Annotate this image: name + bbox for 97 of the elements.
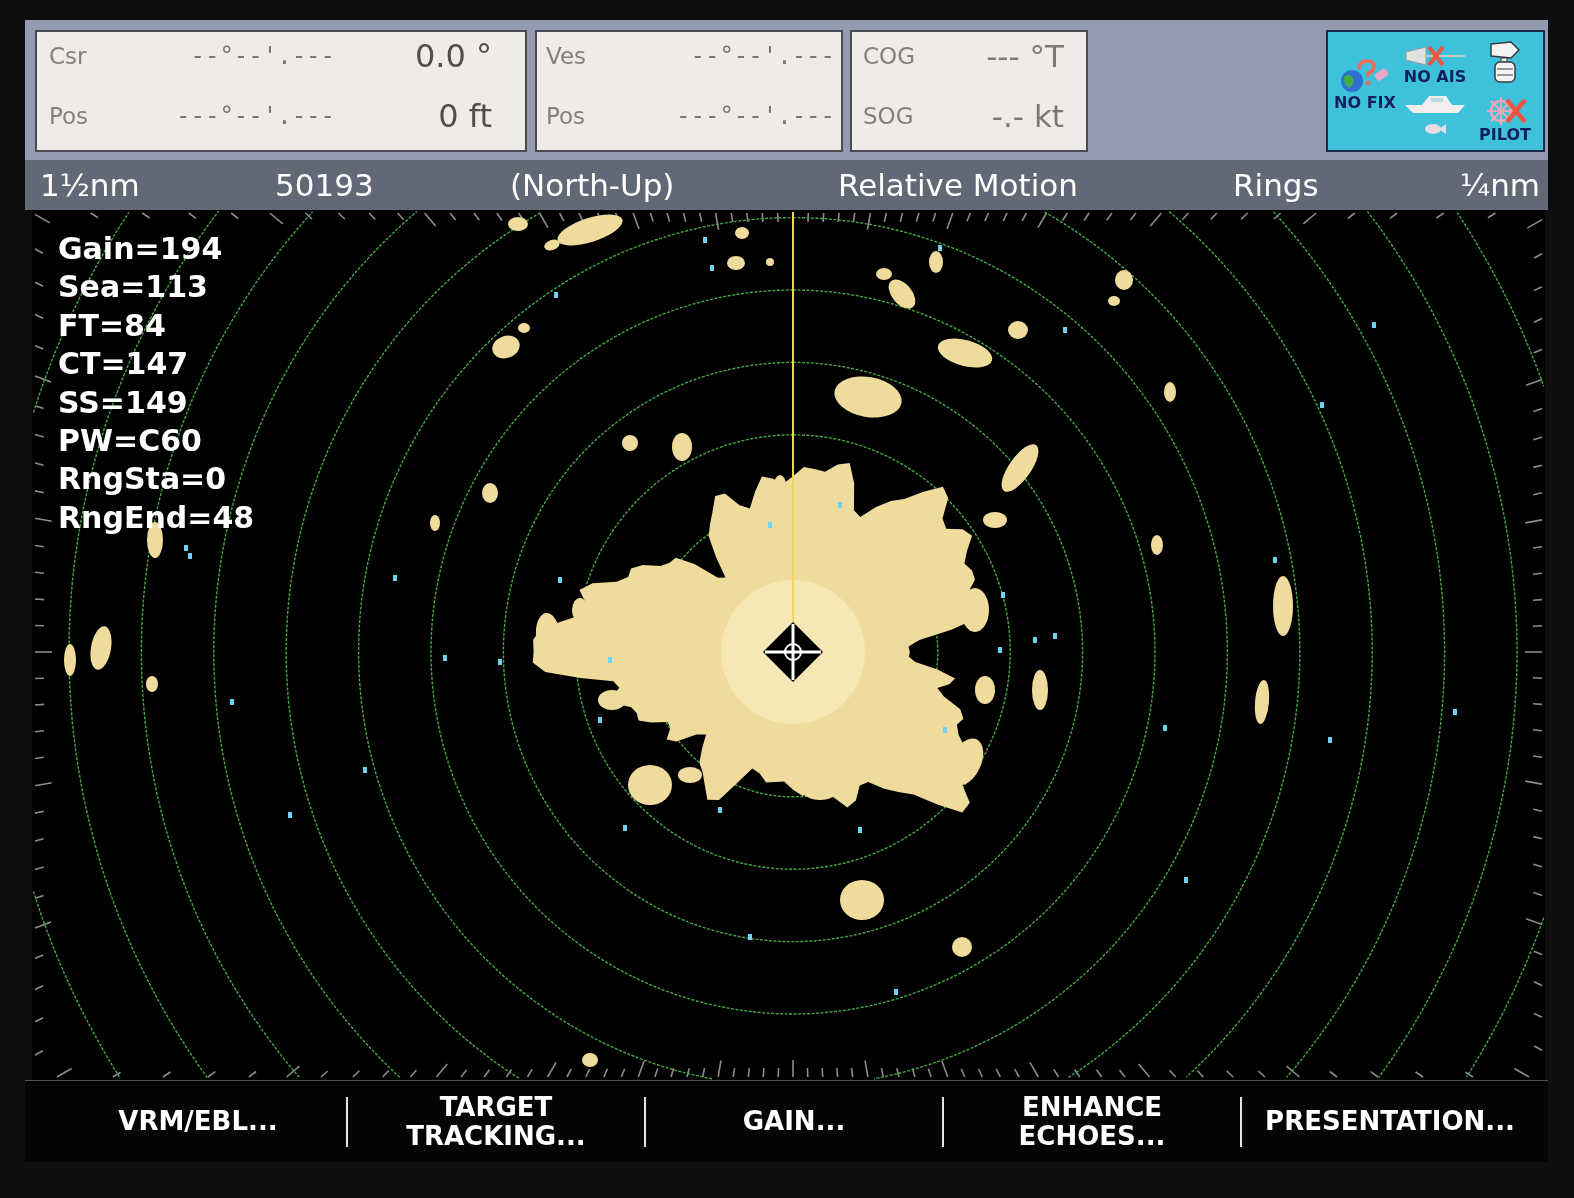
echo-speck [710, 265, 714, 271]
echo-speck [718, 807, 722, 813]
status-text: 50193 [275, 169, 374, 201]
antenna-crossed-icon [1404, 44, 1466, 68]
value-readout: 0 ft [438, 100, 492, 132]
radar-echo [1108, 296, 1120, 306]
radar-echo [937, 338, 993, 368]
status-label: NO AIS [1403, 68, 1467, 86]
echo-speck [558, 577, 562, 583]
echo-speck [1184, 877, 1188, 883]
echo-speck [998, 647, 1002, 653]
radar-echo [518, 323, 530, 333]
echo-speck [1001, 592, 1005, 598]
echo-speck [838, 502, 842, 508]
setting-readout: FT=84 [58, 306, 167, 345]
status-text: Rings [1233, 169, 1319, 201]
echo-speck [363, 767, 367, 773]
echo-speck [748, 934, 752, 940]
field-label: COG [863, 42, 915, 69]
field-label: Pos [546, 102, 586, 129]
field-label: Ves [546, 42, 587, 69]
echo-speck [1453, 709, 1457, 715]
echo-speck [230, 699, 234, 705]
radar-echo [622, 435, 638, 451]
value-readout: --- °T [986, 40, 1064, 72]
echo-speck [554, 292, 558, 298]
echo-speck [858, 827, 862, 833]
echo-speck [894, 989, 898, 995]
value-readout: -.- kt [991, 100, 1064, 132]
radar-echo [1273, 576, 1293, 636]
radar-echo [735, 227, 749, 239]
radar-echo [1115, 270, 1133, 290]
echo-speck [598, 717, 602, 723]
radar-echo [672, 433, 692, 461]
echo-speck [1273, 557, 1277, 563]
radar-echo [492, 335, 520, 359]
radar-echo [64, 644, 76, 676]
echo-speck [938, 245, 942, 251]
echo-speck [703, 237, 707, 243]
position-readout: --°--'.--- [190, 41, 335, 72]
radar-echo [1254, 680, 1270, 724]
setting-readout: PW=C60 [58, 422, 203, 461]
echo-speck [1328, 737, 1332, 743]
field-label: SOG [863, 102, 914, 129]
echo-speck [608, 657, 612, 663]
status-text: Relative Motion [838, 169, 1078, 201]
setting-readout: CT=147 [58, 345, 190, 384]
radar-echo [834, 376, 902, 418]
radar-echo [482, 483, 498, 503]
field-label: Csr [49, 42, 87, 69]
status-text: 1½nm [40, 169, 140, 201]
radar-echo [840, 880, 884, 920]
radar-scanner-icon [1488, 40, 1522, 84]
radar-echo [90, 626, 112, 670]
radar-echo [430, 515, 440, 531]
echo-speck [498, 659, 502, 665]
echo-speck [443, 655, 447, 661]
echo-speck [943, 727, 947, 733]
echo-speck [1372, 322, 1376, 328]
radar-echo [929, 251, 943, 273]
position-readout: ---°--'.--- [176, 101, 335, 132]
radar-echo [952, 937, 972, 957]
value-readout: 0.0 ° [414, 40, 492, 72]
radar-echo [1151, 535, 1163, 555]
radar-echo [727, 256, 745, 270]
echo-speck [1053, 633, 1057, 639]
radar-echo [1001, 444, 1039, 492]
radar-echo [582, 1053, 598, 1067]
echo-speck [393, 575, 397, 581]
radar-echo [1008, 321, 1028, 339]
globe-icon [1340, 58, 1390, 94]
echo-speck [1163, 725, 1167, 731]
setting-readout: Gain=194 [58, 230, 224, 268]
setting-readout: SS=149 [58, 383, 189, 422]
radar-echo [146, 676, 158, 692]
crosshair-icon [763, 622, 823, 682]
radar-echo [508, 217, 528, 231]
echo-speck [768, 522, 772, 528]
status-text: ¼nm [1460, 169, 1540, 201]
setting-readout: RngEnd=48 [58, 498, 255, 537]
echo-speck [1320, 402, 1324, 408]
position-readout: --°--'.--- [690, 41, 835, 72]
setting-readout: Sea=113 [58, 268, 209, 307]
echo-speck [1033, 637, 1037, 643]
radar-echo [1032, 670, 1048, 710]
setting-readout: RngSta=0 [58, 460, 228, 499]
fish-icon [1424, 123, 1446, 135]
radar-echo [766, 258, 774, 266]
status-label: NO FIX [1334, 94, 1396, 112]
field-label: Pos [49, 102, 89, 129]
echo-speck [623, 825, 627, 831]
radar-echo [1164, 382, 1176, 402]
status-text: (North-Up) [510, 169, 675, 201]
status-label: PILOT [1479, 126, 1531, 144]
echo-speck [288, 812, 292, 818]
echo-speck [1063, 327, 1067, 333]
position-readout: ---°--'.--- [676, 101, 835, 132]
